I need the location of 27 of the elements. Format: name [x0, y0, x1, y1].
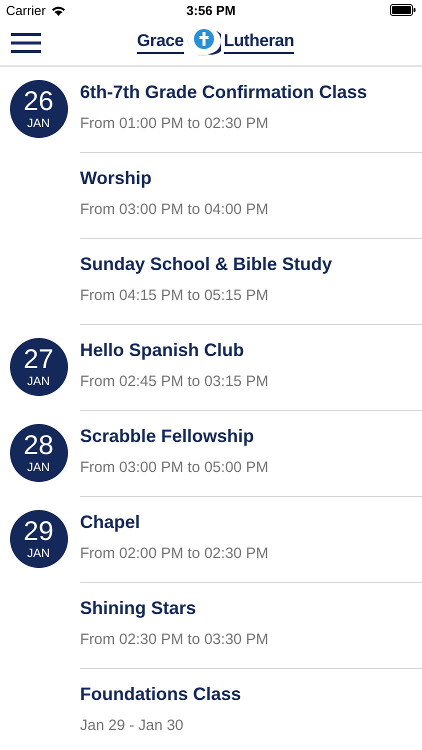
- logo-text: Lutheran: [224, 30, 294, 54]
- event-title[interactable]: Foundations Class: [80, 683, 422, 706]
- logo-text: Grace: [137, 30, 184, 54]
- date-badge: 28 JAN: [10, 424, 68, 482]
- event-title[interactable]: Hello Spanish Club: [80, 339, 422, 362]
- event-title[interactable]: Shining Stars: [80, 597, 422, 620]
- event-title[interactable]: Chapel: [80, 511, 422, 534]
- event-time: From 03:00 PM to 05:00 PM: [80, 458, 270, 478]
- event-time: From 02:45 PM to 03:15 PM: [80, 372, 270, 392]
- event-time: From 04:15 PM to 05:15 PM: [80, 286, 270, 306]
- event-title[interactable]: 6th-7th Grade Confirmation Class: [80, 81, 422, 104]
- event-time: From 03:00 PM to 04:00 PM: [80, 200, 270, 220]
- event-title[interactable]: Sunday School & Bible Study: [80, 253, 422, 276]
- event-time: Jan 29 - Jan 30: [80, 716, 184, 736]
- menu-button[interactable]: [11, 32, 41, 54]
- event-time: From 02:00 PM to 02:30 PM: [80, 544, 270, 564]
- date-badge: 27 JAN: [10, 338, 68, 396]
- event-title[interactable]: Scrabble Fellowship: [80, 425, 422, 448]
- clock-time: 3:56 PM: [186, 2, 236, 18]
- date-badge: 26 JAN: [10, 80, 68, 138]
- event-time: From 02:30 PM to 03:30 PM: [80, 630, 270, 650]
- date-badge: 29 JAN: [10, 510, 68, 568]
- carrier-label: Carrier: [6, 2, 46, 18]
- event-title[interactable]: Worship: [80, 167, 422, 190]
- wifi-icon: [50, 4, 66, 16]
- battery-icon: [390, 4, 416, 16]
- event-time: From 01:00 PM to 02:30 PM: [80, 114, 270, 134]
